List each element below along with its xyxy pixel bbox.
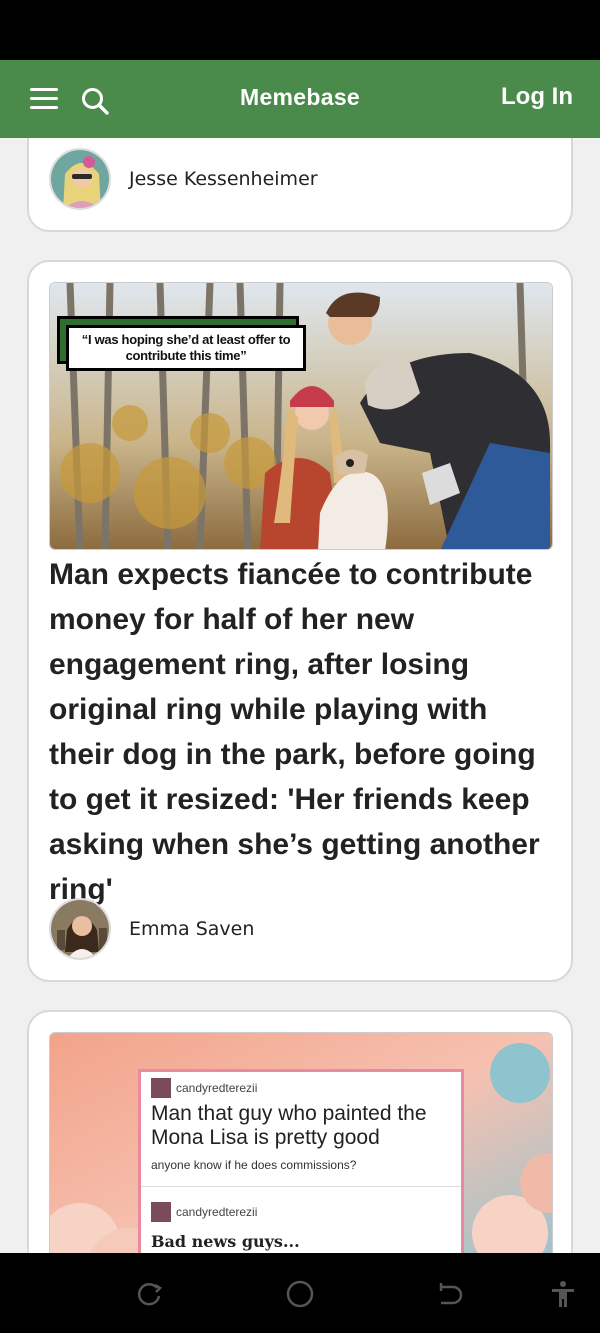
image-quote-caption: “I was hoping she’d at least offer to co… — [66, 325, 306, 371]
article-headline[interactable]: Man expects fiancée to contribute money … — [49, 552, 559, 912]
article-card[interactable]: Jesse Kessenheimer — [27, 138, 573, 232]
author-name[interactable]: Emma Saven — [129, 918, 254, 940]
post-title: Man that guy who painted the Mona Lisa i… — [151, 1102, 427, 1149]
article-thumbnail[interactable]: “I was hoping she’d at least offer to co… — [49, 282, 553, 550]
post-divider — [141, 1186, 461, 1187]
back-icon[interactable] — [435, 1279, 465, 1309]
article-feed: Jesse Kessenheimer “I was hoping she’d a… — [0, 138, 600, 1253]
author-row[interactable]: Jesse Kessenheimer — [49, 148, 318, 210]
recent-apps-icon[interactable] — [135, 1279, 165, 1309]
status-bar — [0, 0, 600, 60]
author-name[interactable]: Jesse Kessenheimer — [129, 168, 318, 190]
user-avatar-icon — [151, 1202, 171, 1222]
accessibility-icon[interactable] — [548, 1279, 578, 1309]
system-navigation-bar — [0, 1253, 600, 1333]
article-card[interactable]: “I was hoping she’d at least offer to co… — [27, 260, 573, 982]
app-header: Memebase Log In — [0, 60, 600, 138]
login-button[interactable]: Log In — [501, 83, 573, 111]
post-subtext: anyone know if he does commissions? — [151, 1158, 357, 1172]
post-reply: Bad news guys... — [151, 1232, 300, 1251]
home-icon[interactable] — [285, 1279, 315, 1309]
author-row[interactable]: Emma Saven — [49, 898, 254, 960]
post-user: candyredterezii — [151, 1202, 257, 1222]
avatar — [49, 148, 111, 210]
article-thumbnail[interactable]: candyredterezii Man that guy who painted… — [49, 1032, 553, 1253]
post-user: candyredterezii — [151, 1078, 257, 1098]
user-avatar-icon — [151, 1078, 171, 1098]
avatar — [49, 898, 111, 960]
article-card[interactable]: candyredterezii Man that guy who painted… — [27, 1010, 573, 1253]
tumblr-post-screenshot: candyredterezii Man that guy who painted… — [138, 1069, 464, 1253]
